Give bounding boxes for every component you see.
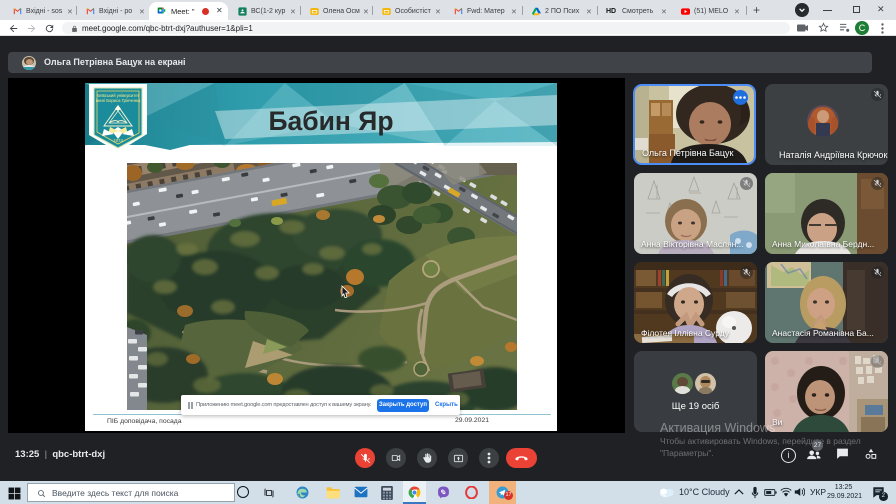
svg-text:1874: 1874: [113, 138, 124, 143]
svg-text:імені Бориса Грінченка: імені Бориса Грінченка: [96, 98, 141, 103]
svg-text:Бабин Яр: Бабин Яр: [268, 106, 393, 136]
